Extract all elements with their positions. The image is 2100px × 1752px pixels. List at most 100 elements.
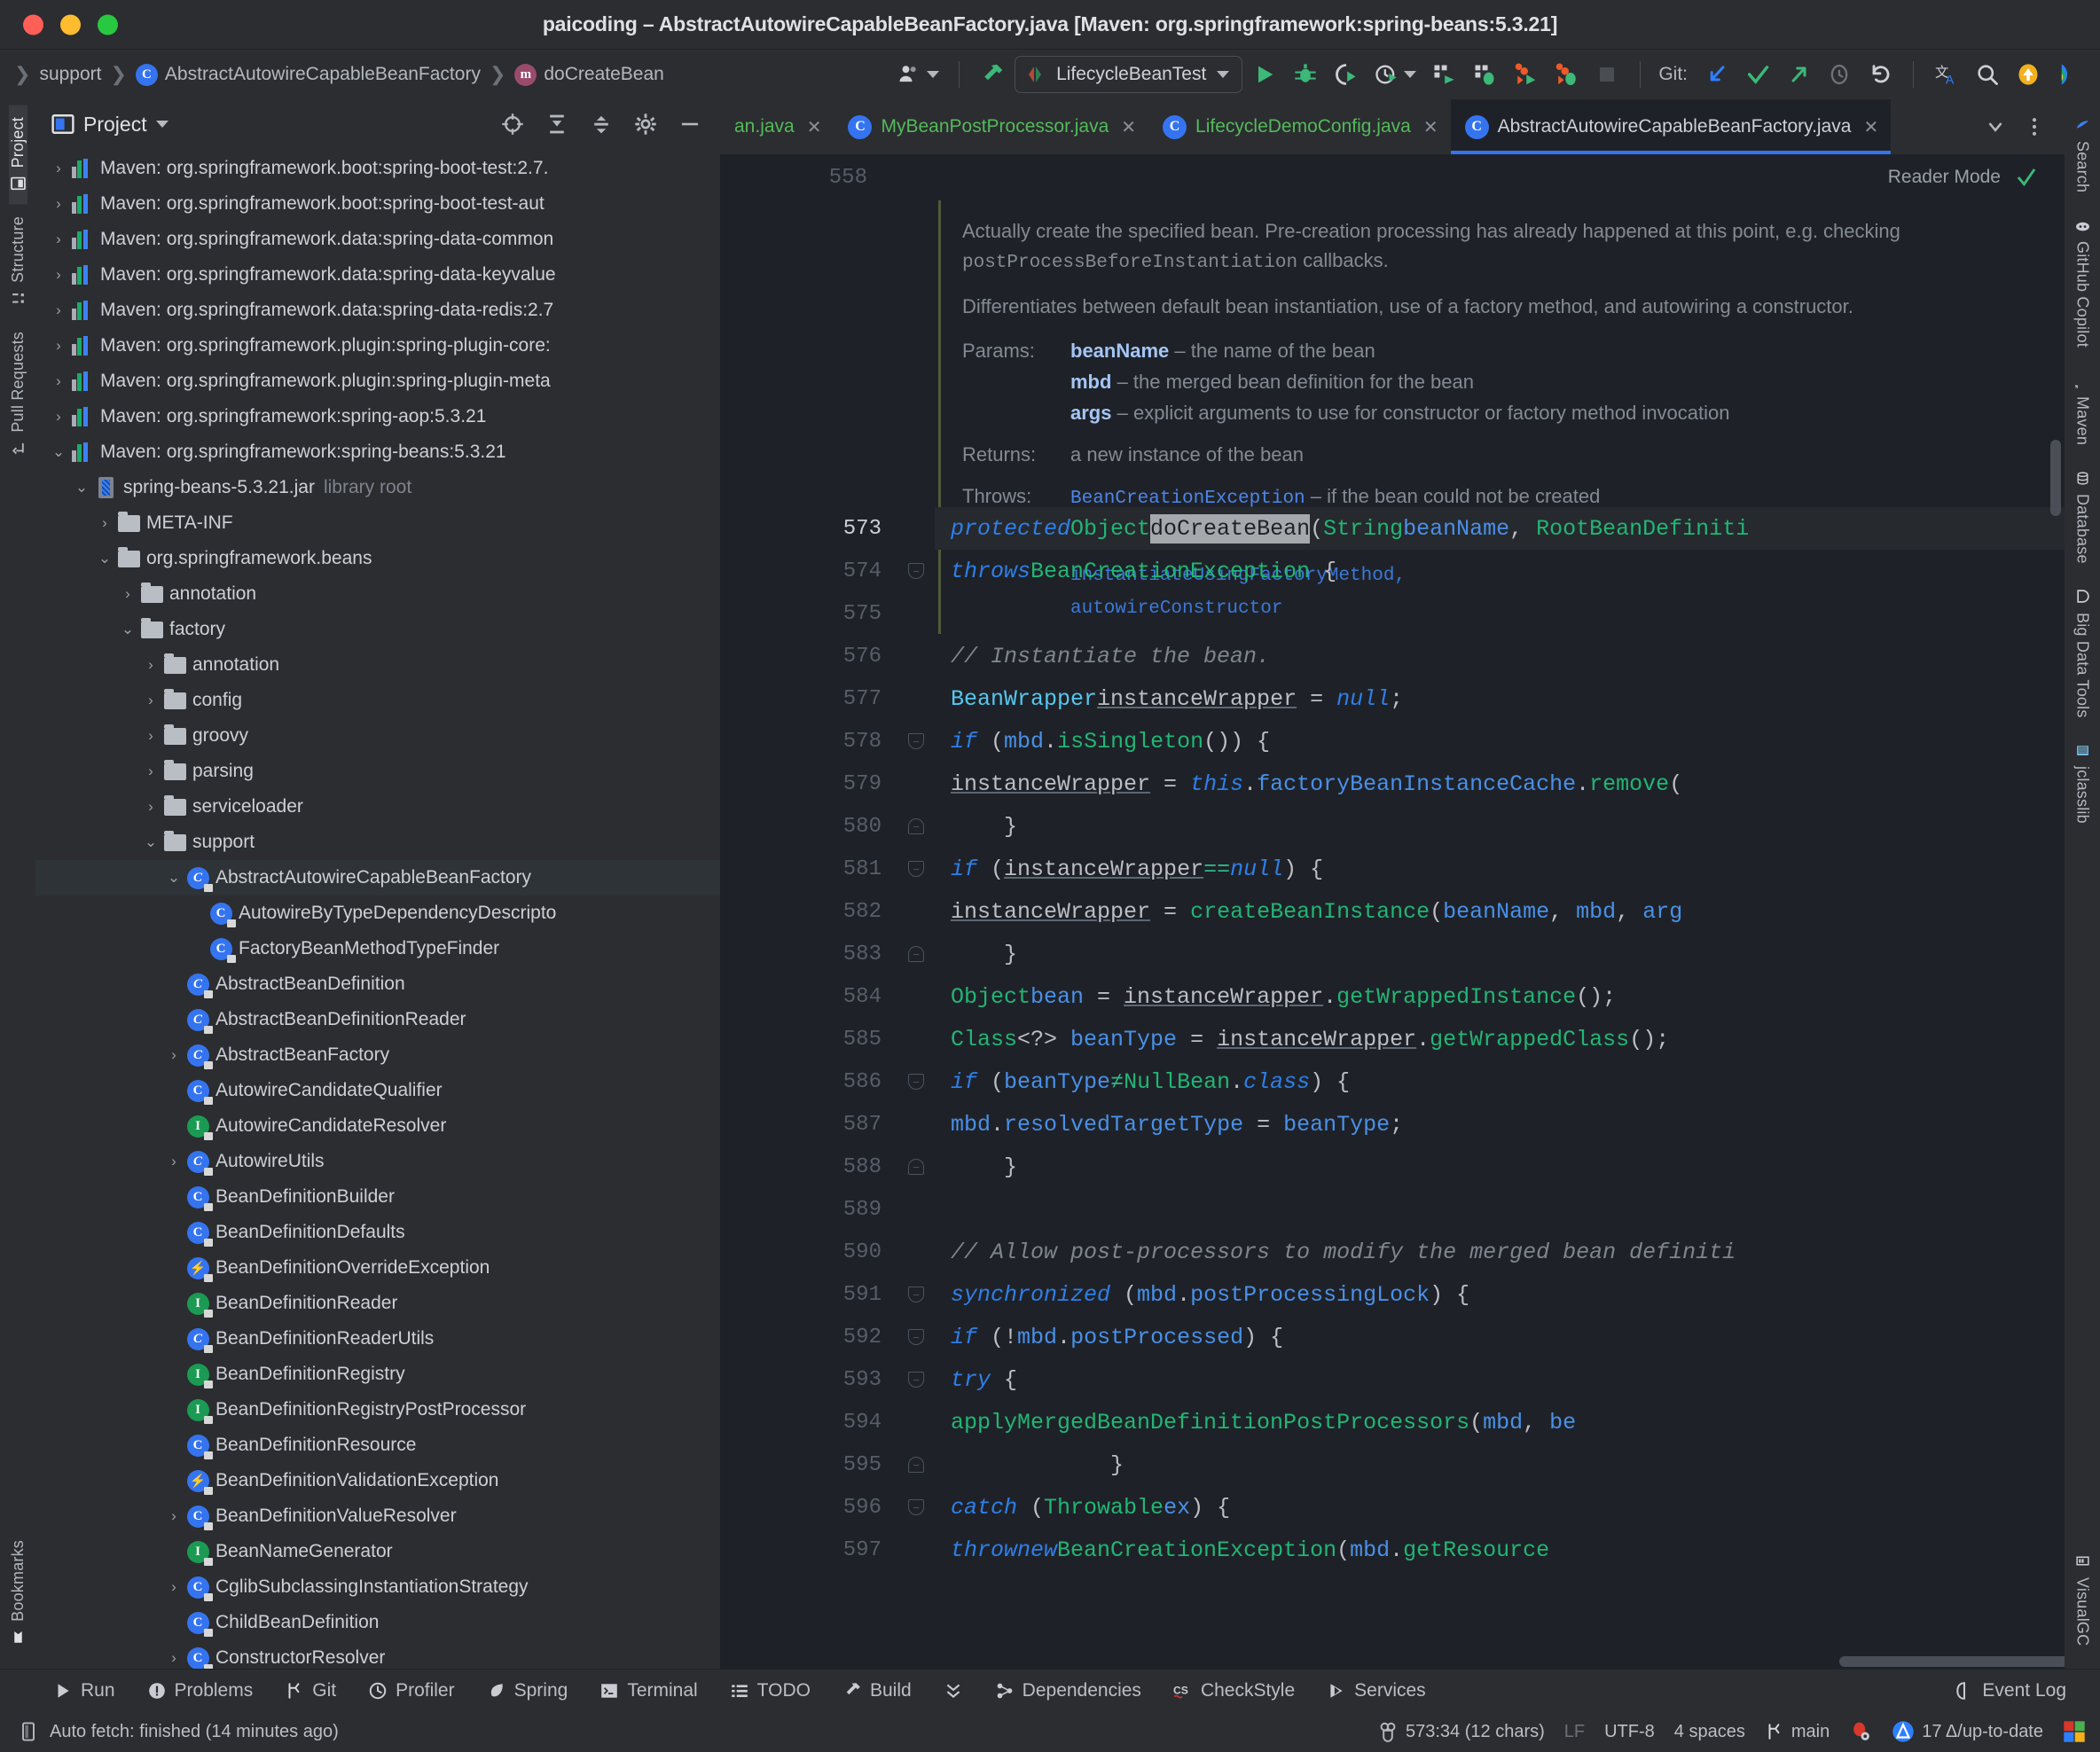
tree-item[interactable]: ›Maven: org.springframework.boot:spring-… (35, 151, 720, 186)
line-number[interactable]: 573 (720, 507, 897, 550)
chevron-down-icon[interactable]: ⌄ (71, 479, 92, 497)
fold-collapse-icon[interactable]: − (908, 733, 924, 749)
tree-item[interactable]: IBeanDefinitionRegistryPostProcessor (35, 1392, 720, 1427)
ide-settings-icon[interactable] (2050, 57, 2088, 92)
tree-item[interactable]: CBeanDefinitionDefaults (35, 1215, 720, 1250)
sidebar-item-maven[interactable]: m Maven (2073, 360, 2092, 458)
fold-marker-slot[interactable] (897, 677, 935, 720)
code-line[interactable]: catch (Throwable ex) { (935, 1486, 2065, 1529)
tree-item[interactable]: CBeanDefinitionResource (35, 1427, 720, 1463)
tree-item[interactable]: ›CBeanDefinitionValueResolver (35, 1498, 720, 1534)
fold-marker-slot[interactable] (897, 975, 935, 1018)
run-icon[interactable] (1246, 57, 1283, 92)
tree-item[interactable]: ›annotation (35, 647, 720, 683)
sidebar-item-structure[interactable]: Structure (9, 204, 27, 319)
fold-marker-slot[interactable]: − (897, 805, 935, 848)
chevron-down-icon[interactable] (1217, 71, 1229, 78)
sidebar-item-visualgc[interactable]: VisualGC (2073, 1541, 2092, 1658)
fold-marker-slot[interactable]: − (897, 1146, 935, 1188)
ide-layout-icon[interactable] (2063, 1720, 2086, 1743)
more-vertical-icon[interactable] (2017, 109, 2052, 145)
line-number[interactable]: 586 (720, 1060, 897, 1103)
maximize-window-button[interactable] (98, 14, 118, 35)
line-number[interactable]: 583 (720, 933, 897, 975)
breadcrumb-item-support[interactable]: support (34, 64, 106, 85)
editor-tab-bar[interactable]: an.java ✕ C MyBeanPostProcessor.java ✕ C… (720, 99, 2065, 154)
fold-marker-slot[interactable]: − (897, 933, 935, 975)
project-tree[interactable]: ›Maven: org.springframework.boot:spring-… (35, 149, 720, 1669)
line-number[interactable]: 575 (720, 592, 897, 635)
editor-tab-an-java[interactable]: an.java ✕ (720, 99, 834, 154)
debug-icon[interactable] (1287, 57, 1324, 92)
tool-window-bar[interactable]: RunProblemsGitProfilerSpringTerminalTODO… (0, 1669, 2100, 1711)
chevron-down-icon[interactable]: ⌄ (117, 621, 138, 638)
tool-window-overflow-icon[interactable] (928, 1681, 979, 1701)
breadcrumb[interactable]: ❯ support ❯ C AbstractAutowireCapableBea… (0, 63, 670, 86)
chevron-down-icon[interactable]: ⌄ (94, 550, 115, 567)
tree-item[interactable]: IBeanDefinitionRegistry (35, 1357, 720, 1392)
code-line[interactable] (935, 1188, 2065, 1231)
tree-item[interactable]: ›serviceloader (35, 789, 720, 825)
tool-window-button-dependencies[interactable]: Dependencies (979, 1680, 1157, 1701)
tree-item[interactable]: ›CCglibSubclassingInstantiationStrategy (35, 1569, 720, 1605)
tree-item[interactable]: ›Maven: org.springframework:spring-aop:5… (35, 399, 720, 434)
line-number[interactable]: 579 (720, 763, 897, 805)
line-number[interactable]: 587 (720, 1103, 897, 1146)
chevron-down-icon[interactable] (1404, 71, 1416, 78)
search-everywhere-icon[interactable] (1969, 57, 2006, 92)
chevron-right-icon[interactable]: › (117, 585, 138, 603)
git-rollback-icon[interactable] (1861, 57, 1899, 92)
fold-marker-slot[interactable] (897, 592, 935, 635)
tree-item[interactable]: ›groovy (35, 718, 720, 754)
horizontal-scrollbar-thumb[interactable] (1839, 1656, 2065, 1667)
line-number[interactable]: 597 (720, 1529, 897, 1571)
code-line[interactable]: instanceWrapper = this.factoryBeanInstan… (935, 763, 2065, 805)
profiler-icon[interactable] (1368, 57, 1422, 92)
chevron-right-icon[interactable]: › (163, 1507, 184, 1525)
line-separator[interactable]: LF (1564, 1722, 1585, 1742)
javadoc-throws-type[interactable]: BeanCreationException (1070, 489, 1305, 509)
sidebar-item-pull-requests[interactable]: Pull Requests (9, 319, 27, 469)
test-run-icon[interactable] (1507, 57, 1544, 92)
sidebar-item-search[interactable]: Search (2073, 105, 2092, 205)
tree-item[interactable]: CBeanDefinitionBuilder (35, 1179, 720, 1215)
sidebar-item-big-data-tools[interactable]: Big Data Tools (2073, 576, 2092, 731)
translate-icon[interactable]: 文A (1928, 57, 1965, 92)
tree-item[interactable]: ›CConstructorResolver (35, 1640, 720, 1669)
code-line[interactable]: Class<?> beanType = instanceWrapper.getW… (935, 1018, 2065, 1060)
build-hammer-icon[interactable] (974, 57, 1011, 92)
test-debug-icon[interactable] (1548, 57, 1585, 92)
fold-marker-slot[interactable]: − (897, 1358, 935, 1401)
code-line[interactable]: try { (935, 1358, 2065, 1401)
code-line[interactable]: mbd.resolvedTargetType = beanType; (935, 1103, 2065, 1146)
select-opened-file-icon[interactable] (495, 106, 530, 142)
inspections-widget[interactable]: 17 Δ/up-to-date (1892, 1720, 2043, 1743)
close-icon[interactable]: ✕ (1423, 116, 1438, 138)
code-line[interactable]: instanceWrapper = createBeanInstance(bea… (935, 890, 2065, 933)
chevron-right-icon[interactable]: › (48, 301, 69, 319)
tree-item[interactable]: ⚡BeanDefinitionValidationException (35, 1463, 720, 1498)
code-viewport[interactable]: 5735745755765775785795805815825835845855… (720, 200, 2065, 1669)
fold-collapse-icon[interactable]: − (908, 563, 924, 579)
fold-marker-slot[interactable]: − (897, 848, 935, 890)
tree-item[interactable]: IAutowireCandidateResolver (35, 1108, 720, 1144)
fold-marker-slot[interactable]: − (897, 1486, 935, 1529)
tree-item[interactable]: ›CAutowireUtils (35, 1144, 720, 1179)
chevron-right-icon[interactable]: › (140, 798, 161, 816)
fold-collapse-icon[interactable]: − (908, 818, 924, 834)
notification-icon[interactable] (2010, 57, 2047, 92)
fold-collapse-icon[interactable]: − (908, 1287, 924, 1302)
fold-marker-slot[interactable] (897, 635, 935, 677)
fold-marker-slot[interactable]: − (897, 1316, 935, 1358)
tool-window-button-services[interactable]: Services (1311, 1680, 1442, 1701)
chevron-right-icon[interactable]: › (48, 337, 69, 355)
line-number[interactable]: 595 (720, 1443, 897, 1486)
fold-collapse-icon[interactable]: − (908, 1159, 924, 1175)
sidebar-item-jclasslib[interactable]: jclasslib (2073, 730, 2092, 836)
git-commit-icon[interactable] (1739, 57, 1776, 92)
file-encoding[interactable]: UTF-8 (1604, 1722, 1655, 1742)
minimize-window-button[interactable] (60, 14, 81, 35)
code-line[interactable]: if (instanceWrapper == null) { (935, 848, 2065, 890)
chevron-down-icon[interactable]: ⌄ (48, 443, 69, 461)
expand-all-icon[interactable] (539, 106, 575, 142)
